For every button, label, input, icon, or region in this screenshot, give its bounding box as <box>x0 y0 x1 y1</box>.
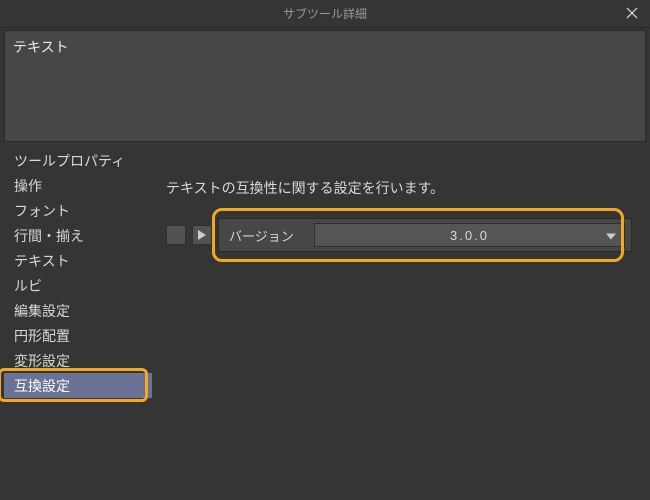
sidebar-item-label: フォント <box>14 201 70 221</box>
titlebar: サブツール詳細 <box>0 0 650 28</box>
sidebar-item-label: 編集設定 <box>14 301 70 321</box>
sidebar-item-line-align[interactable]: 行間・揃え <box>4 223 152 248</box>
property-visibility-toggle[interactable] <box>166 225 186 245</box>
content-area: ツールプロパティ 操作 フォント 行間・揃え テキスト ルビ 編集設定 円形配置… <box>0 148 650 398</box>
sidebar-item-compatibility-settings[interactable]: 互換設定 <box>4 373 152 398</box>
sidebar-item-transform-settings[interactable]: 変形設定 <box>4 348 152 373</box>
sidebar-item-label: テキスト <box>14 251 70 271</box>
property-expand-button[interactable] <box>192 225 212 245</box>
sidebar-item-label: 円形配置 <box>14 326 70 346</box>
chevron-down-icon <box>606 228 616 243</box>
category-sidebar: ツールプロパティ 操作 フォント 行間・揃え テキスト ルビ 編集設定 円形配置… <box>0 148 152 398</box>
sidebar-item-edit-settings[interactable]: 編集設定 <box>4 298 152 323</box>
sidebar-item-label: 互換設定 <box>14 376 70 396</box>
preview-text: テキスト <box>13 39 69 55</box>
sidebar-item-label: 行間・揃え <box>14 226 84 246</box>
sidebar-item-circle-layout[interactable]: 円形配置 <box>4 323 152 348</box>
version-row: バージョン 3.0.0 <box>166 218 632 252</box>
sidebar-item-operation[interactable]: 操作 <box>4 173 152 198</box>
sidebar-item-label: ツールプロパティ <box>14 151 125 171</box>
category-description: テキストの互換性に関する設定を行います。 <box>166 178 632 198</box>
sidebar-item-text[interactable]: テキスト <box>4 248 152 273</box>
sidebar-item-label: 変形設定 <box>14 351 70 371</box>
preview-panel: テキスト <box>4 30 646 142</box>
version-dropdown[interactable]: 3.0.0 <box>314 223 625 247</box>
play-icon <box>198 228 206 243</box>
sidebar-item-font[interactable]: フォント <box>4 198 152 223</box>
settings-main: テキストの互換性に関する設定を行います。 バージョン 3.0.0 <box>152 148 650 398</box>
version-field: バージョン 3.0.0 <box>218 218 632 252</box>
window-title: サブツール詳細 <box>283 5 367 22</box>
close-icon <box>626 7 638 22</box>
version-value: 3.0.0 <box>450 228 489 243</box>
sidebar-item-ruby[interactable]: ルビ <box>4 273 152 298</box>
sidebar-item-label: 操作 <box>14 176 42 196</box>
sidebar-item-tool-property[interactable]: ツールプロパティ <box>4 148 152 173</box>
sidebar-item-label: ルビ <box>14 276 42 296</box>
version-label: バージョン <box>219 226 314 245</box>
close-button[interactable] <box>614 0 650 28</box>
